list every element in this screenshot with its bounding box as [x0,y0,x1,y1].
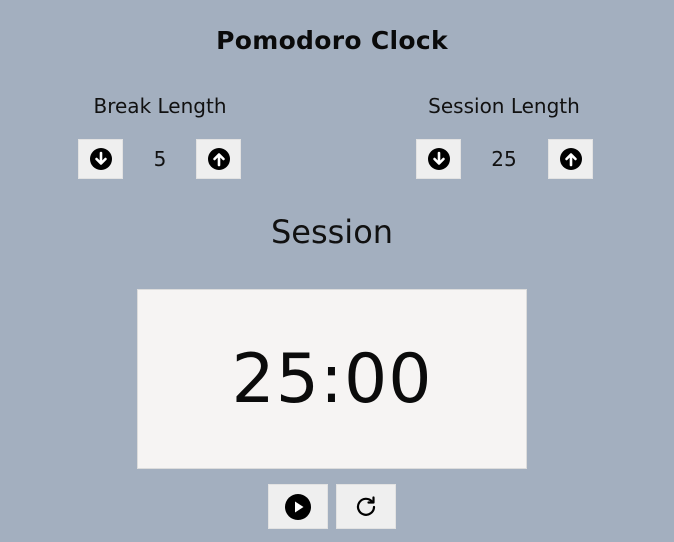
refresh-icon [356,495,376,516]
reset-button[interactable] [336,484,396,529]
session-controls: 25 [416,139,594,179]
time-left: 25:00 [231,339,433,419]
break-length-label: Break Length [93,94,227,118]
timer-mode-label: Session [270,213,394,251]
arrow-down-circle-icon [427,148,450,170]
session-length-label: Session Length [428,94,580,118]
app-title: Pomodoro Clock [216,26,448,55]
session-increment-button[interactable] [548,139,593,179]
session-length-section: Session Length [414,94,594,118]
start-stop-button[interactable] [268,484,328,529]
break-decrement-button[interactable] [78,139,123,179]
break-controls: 5 [78,139,242,179]
play-circle-icon [285,493,311,520]
break-increment-button[interactable] [196,139,241,179]
break-length-value: 5 [153,147,167,171]
arrow-down-circle-icon [89,148,112,170]
session-decrement-button[interactable] [416,139,461,179]
arrow-up-circle-icon [559,148,582,170]
break-length-section: Break Length [78,94,242,118]
timer-display: 25:00 [137,289,527,469]
arrow-up-circle-icon [207,148,230,170]
session-length-value: 25 [491,147,517,171]
